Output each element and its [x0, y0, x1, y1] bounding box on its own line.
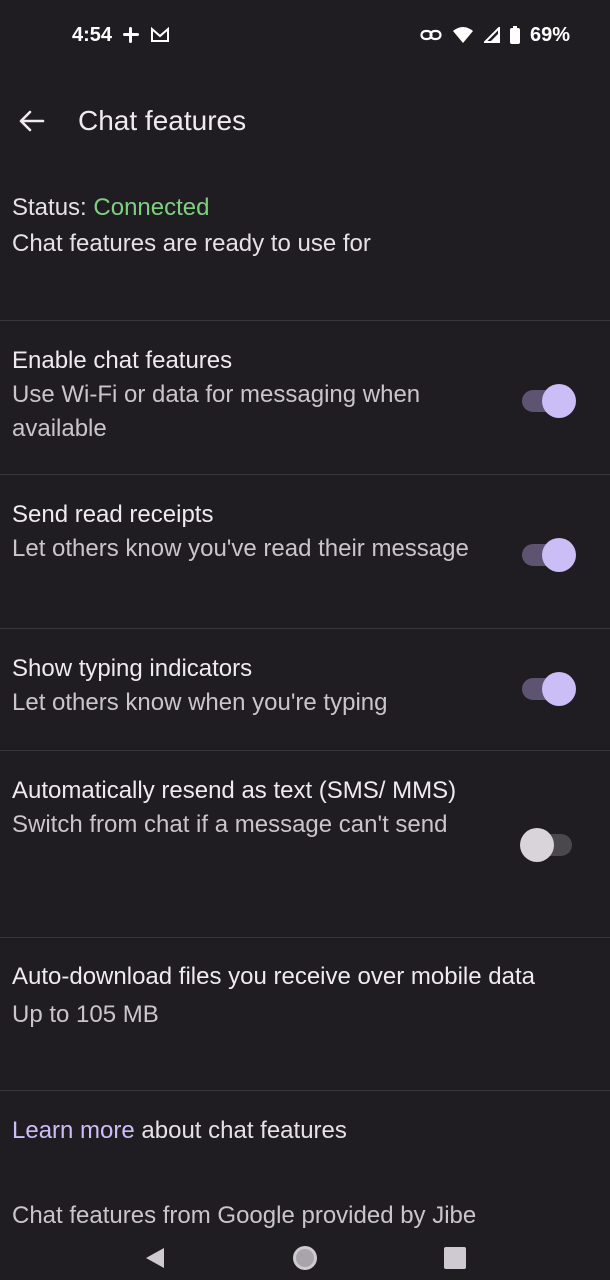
setting-title: Auto-download files you receive over mob…: [12, 963, 535, 990]
nav-recents-button[interactable]: [435, 1238, 475, 1278]
setting-show-typing-indicators[interactable]: Show typing indicators Let others know w…: [0, 652, 610, 720]
toggle-thumb: [542, 538, 576, 572]
auto-resend-as-text-toggle[interactable]: [520, 828, 572, 862]
divider: [0, 320, 610, 321]
enable-chat-features-toggle[interactable]: [522, 384, 576, 418]
divider: [0, 474, 610, 475]
divider: [0, 937, 610, 938]
setting-subtitle: Use Wi-Fi or data for messaging when ava…: [12, 381, 421, 442]
nav-home-button[interactable]: [285, 1238, 325, 1278]
status-description: Chat features are ready to use for: [12, 230, 371, 257]
setting-auto-resend-as-text[interactable]: Automatically resend as text (SMS/ MMS) …: [0, 774, 610, 862]
setting-auto-download[interactable]: Auto-download files you receive over mob…: [0, 960, 610, 1032]
setting-title: Send read receipts: [12, 501, 214, 528]
app-bar: Chat features: [0, 88, 610, 154]
setting-text: Enable chat features Use Wi-Fi or data f…: [12, 344, 512, 446]
gmail-notification-icon: [150, 27, 170, 43]
status-line: Status: Connected: [12, 190, 592, 226]
triangle-back-icon: [146, 1248, 164, 1268]
nav-back-button[interactable]: [135, 1238, 175, 1278]
setting-title: Automatically resend as text (SMS/ MMS): [12, 777, 457, 804]
battery-percent: 69%: [529, 23, 570, 46]
setting-send-read-receipts[interactable]: Send read receipts Let others know you'v…: [0, 498, 610, 572]
arrow-back-icon: [19, 110, 45, 132]
circle-home-icon: [293, 1246, 317, 1270]
learn-more-text: about chat features: [134, 1117, 347, 1144]
status-value: Connected: [93, 194, 210, 221]
connection-status: Status: Connected Chat features are read…: [12, 190, 592, 262]
toggle-thumb: [542, 384, 576, 418]
setting-subtitle: Switch from chat if a message can't send: [12, 811, 448, 838]
provider-text: Chat features from Google provided by Ji…: [12, 1202, 477, 1229]
toggle-thumb: [520, 828, 554, 862]
divider: [0, 1090, 610, 1091]
divider: [0, 750, 610, 751]
status-time: 4:54: [72, 23, 113, 46]
link-icon: [420, 28, 442, 42]
status-bar: 4:54 69%: [0, 0, 610, 70]
setting-subtitle: Let others know you've read their messag…: [12, 535, 469, 562]
back-button[interactable]: [0, 88, 64, 154]
send-read-receipts-toggle[interactable]: [522, 538, 576, 572]
setting-title: Enable chat features: [12, 347, 233, 374]
setting-enable-chat-features[interactable]: Enable chat features Use Wi-Fi or data f…: [0, 344, 610, 446]
wifi-icon: [452, 26, 474, 44]
navigation-bar: [0, 1236, 610, 1280]
toggle-thumb: [542, 672, 576, 706]
page-title: Chat features: [78, 105, 247, 136]
square-recents-icon: [444, 1247, 466, 1269]
setting-text: Show typing indicators Let others know w…: [12, 652, 512, 720]
learn-more-line: Learn more about chat features: [12, 1112, 347, 1150]
cell-signal-icon: [483, 27, 500, 43]
setting-text: Automatically resend as text (SMS/ MMS) …: [12, 774, 512, 842]
battery-icon: [509, 26, 520, 44]
setting-subtitle: Let others know when you're typing: [12, 689, 388, 716]
learn-more-link[interactable]: Learn more: [12, 1117, 135, 1144]
status-label: Status:: [12, 194, 87, 221]
setting-text: Send read receipts Let others know you'v…: [12, 498, 512, 566]
show-typing-indicators-toggle[interactable]: [522, 672, 576, 706]
setting-value: Up to 105 MB: [12, 1001, 159, 1028]
divider: [0, 628, 610, 629]
slack-notification-icon: [122, 26, 140, 44]
status-bar-right: 69%: [420, 24, 570, 47]
status-bar-left: 4:54: [72, 24, 170, 47]
setting-title: Show typing indicators: [12, 655, 253, 682]
